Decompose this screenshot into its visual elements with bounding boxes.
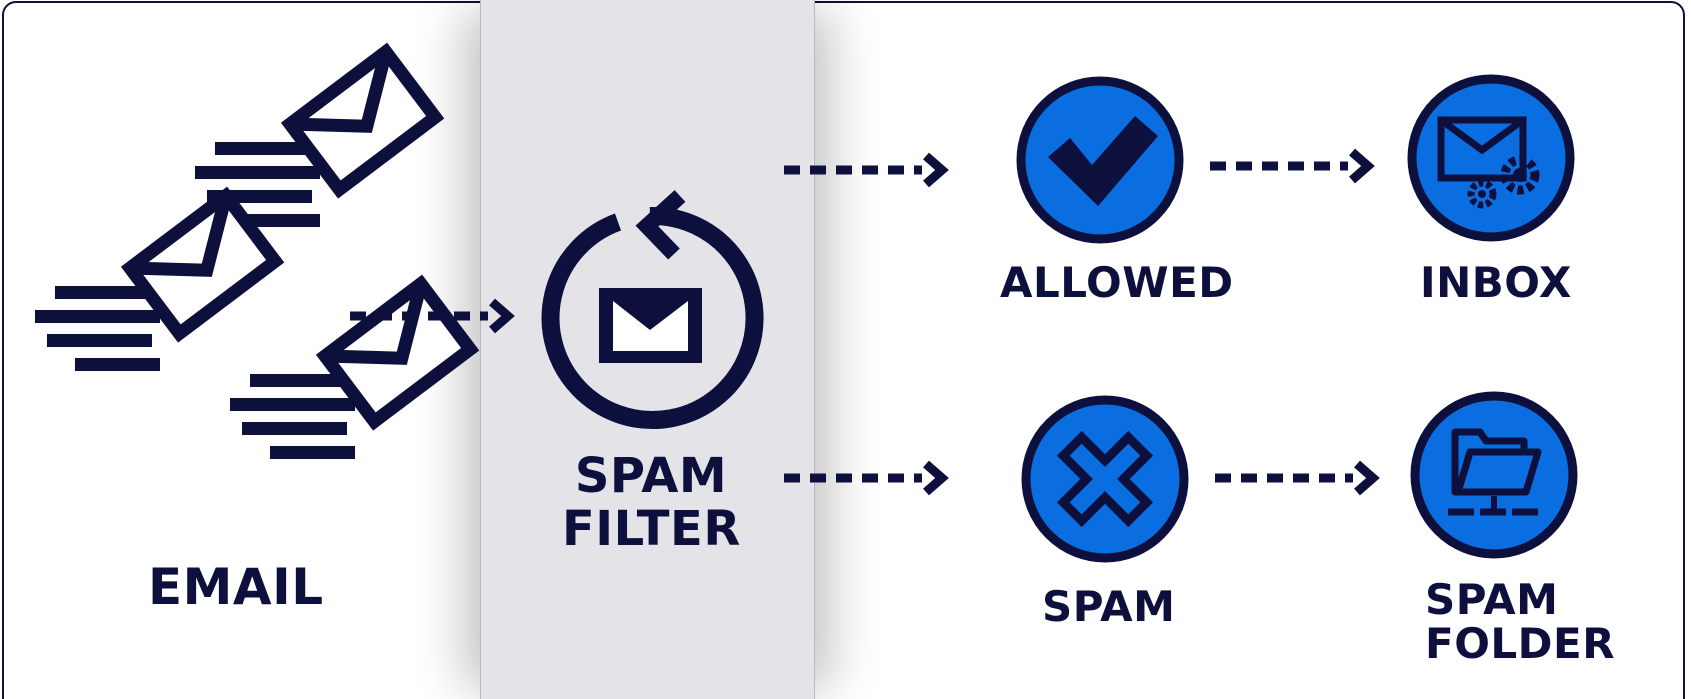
inbox-label: INBOX bbox=[1420, 258, 1572, 307]
spam-filter-label: SPAM FILTER bbox=[562, 448, 741, 557]
arrow-spam-to-folder bbox=[1215, 464, 1373, 492]
spam-folder-label: SPAM FOLDER bbox=[1425, 575, 1616, 668]
email-label: EMAIL bbox=[148, 558, 324, 616]
spam-label: SPAM bbox=[1042, 582, 1176, 631]
arrow-allowed-to-inbox bbox=[1210, 152, 1368, 180]
arrow-filter-to-allowed bbox=[784, 156, 942, 184]
spam-filter-diagram: EMAIL SPAM FILTER ALLOWED INBOX SPAM SPA… bbox=[0, 0, 1691, 699]
inbox-settings-icon bbox=[1407, 74, 1575, 242]
arrow-filter-to-spam bbox=[784, 464, 942, 492]
allowed-label: ALLOWED bbox=[1000, 258, 1234, 307]
refresh-mail-icon bbox=[541, 190, 764, 429]
x-icon bbox=[1021, 395, 1189, 563]
flying-envelope-middle bbox=[35, 196, 275, 371]
check-icon bbox=[1016, 76, 1184, 244]
folder-network-icon bbox=[1410, 391, 1578, 559]
flying-envelope-bottom bbox=[230, 284, 470, 459]
